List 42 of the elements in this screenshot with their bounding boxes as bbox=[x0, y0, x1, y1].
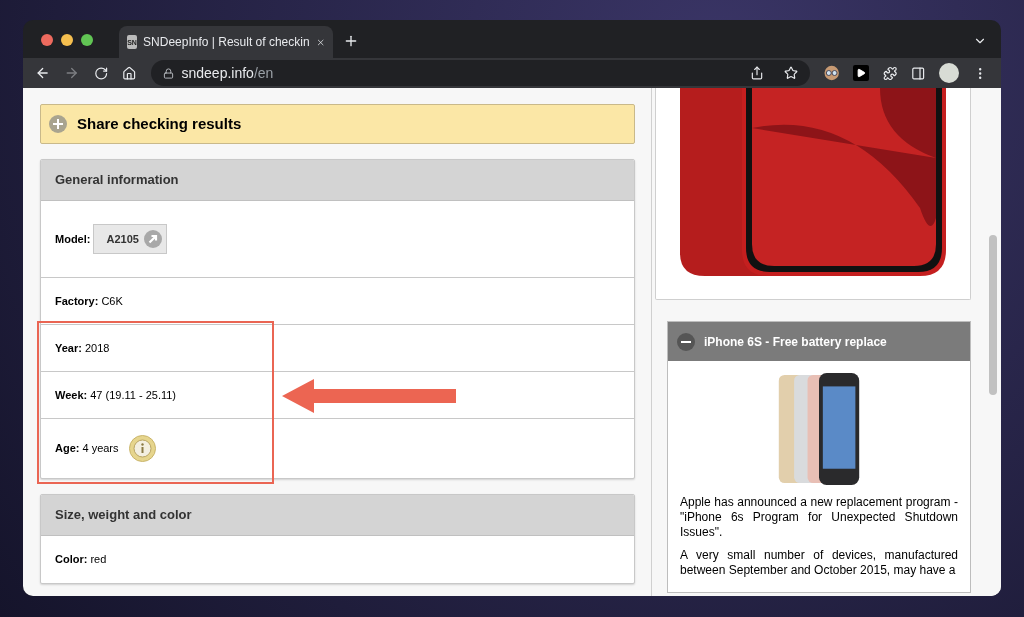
url-host: sndeep.info bbox=[181, 63, 254, 83]
bookmark-star-icon[interactable] bbox=[783, 66, 798, 80]
field-label: Year: bbox=[55, 340, 82, 356]
scrollbar-thumb[interactable] bbox=[989, 235, 997, 395]
play-extension-icon[interactable] bbox=[853, 65, 869, 81]
extensions-icon[interactable] bbox=[882, 65, 897, 81]
field-label: Week: bbox=[55, 387, 88, 403]
field-label: Factory: bbox=[55, 293, 99, 309]
url-path: /en bbox=[253, 63, 274, 83]
field-value: 2018 bbox=[84, 340, 110, 356]
field-label: Age: bbox=[55, 441, 80, 457]
share-results-label: Share checking results bbox=[77, 113, 242, 134]
share-icon[interactable] bbox=[749, 66, 764, 80]
field-label: Color: bbox=[55, 552, 88, 568]
news-title: iPhone 6S - Free battery replace bbox=[704, 333, 887, 351]
minimize-window-icon[interactable] bbox=[61, 34, 73, 46]
field-value: 4 years bbox=[82, 441, 119, 457]
reload-icon[interactable] bbox=[93, 65, 109, 81]
news-paragraph: A very small number of devices, manufactured between September and October 2015, may have a bbox=[680, 548, 958, 578]
field-value: 47 (19.11 - 25.11) bbox=[90, 387, 177, 403]
card-header: General information bbox=[41, 160, 634, 201]
forward-icon[interactable] bbox=[64, 65, 80, 81]
news-paragraph: Apple has announced a new replacement program - "iPhone 6s Program for Unexpected Shutdown Issues". bbox=[680, 495, 958, 540]
side-panel-icon[interactable] bbox=[911, 65, 926, 81]
tab-title: SNDeepInfo | Result of checkin bbox=[143, 34, 310, 51]
collapse-icon[interactable] bbox=[677, 332, 695, 351]
zoom-window-icon[interactable] bbox=[81, 34, 93, 46]
field-value: red bbox=[90, 552, 107, 568]
lock-icon bbox=[162, 67, 174, 79]
field-label: Model: bbox=[55, 231, 91, 247]
back-icon[interactable] bbox=[35, 65, 51, 81]
news-header[interactable]: iPhone 6S - Free battery replace bbox=[668, 322, 970, 361]
share-results-bar[interactable]: Share checking results bbox=[40, 104, 635, 144]
profile-avatar[interactable] bbox=[939, 63, 959, 83]
model-link[interactable]: A2105 bbox=[93, 224, 167, 254]
new-tab-icon[interactable] bbox=[343, 33, 359, 49]
extension-icon[interactable] bbox=[823, 65, 840, 81]
address-bar[interactable]: sndeep.info/en bbox=[150, 60, 810, 86]
card-header: Size, weight and color bbox=[41, 495, 634, 536]
home-icon[interactable] bbox=[122, 65, 137, 81]
close-window-icon[interactable] bbox=[41, 34, 53, 46]
field-value: C6K bbox=[101, 293, 123, 309]
